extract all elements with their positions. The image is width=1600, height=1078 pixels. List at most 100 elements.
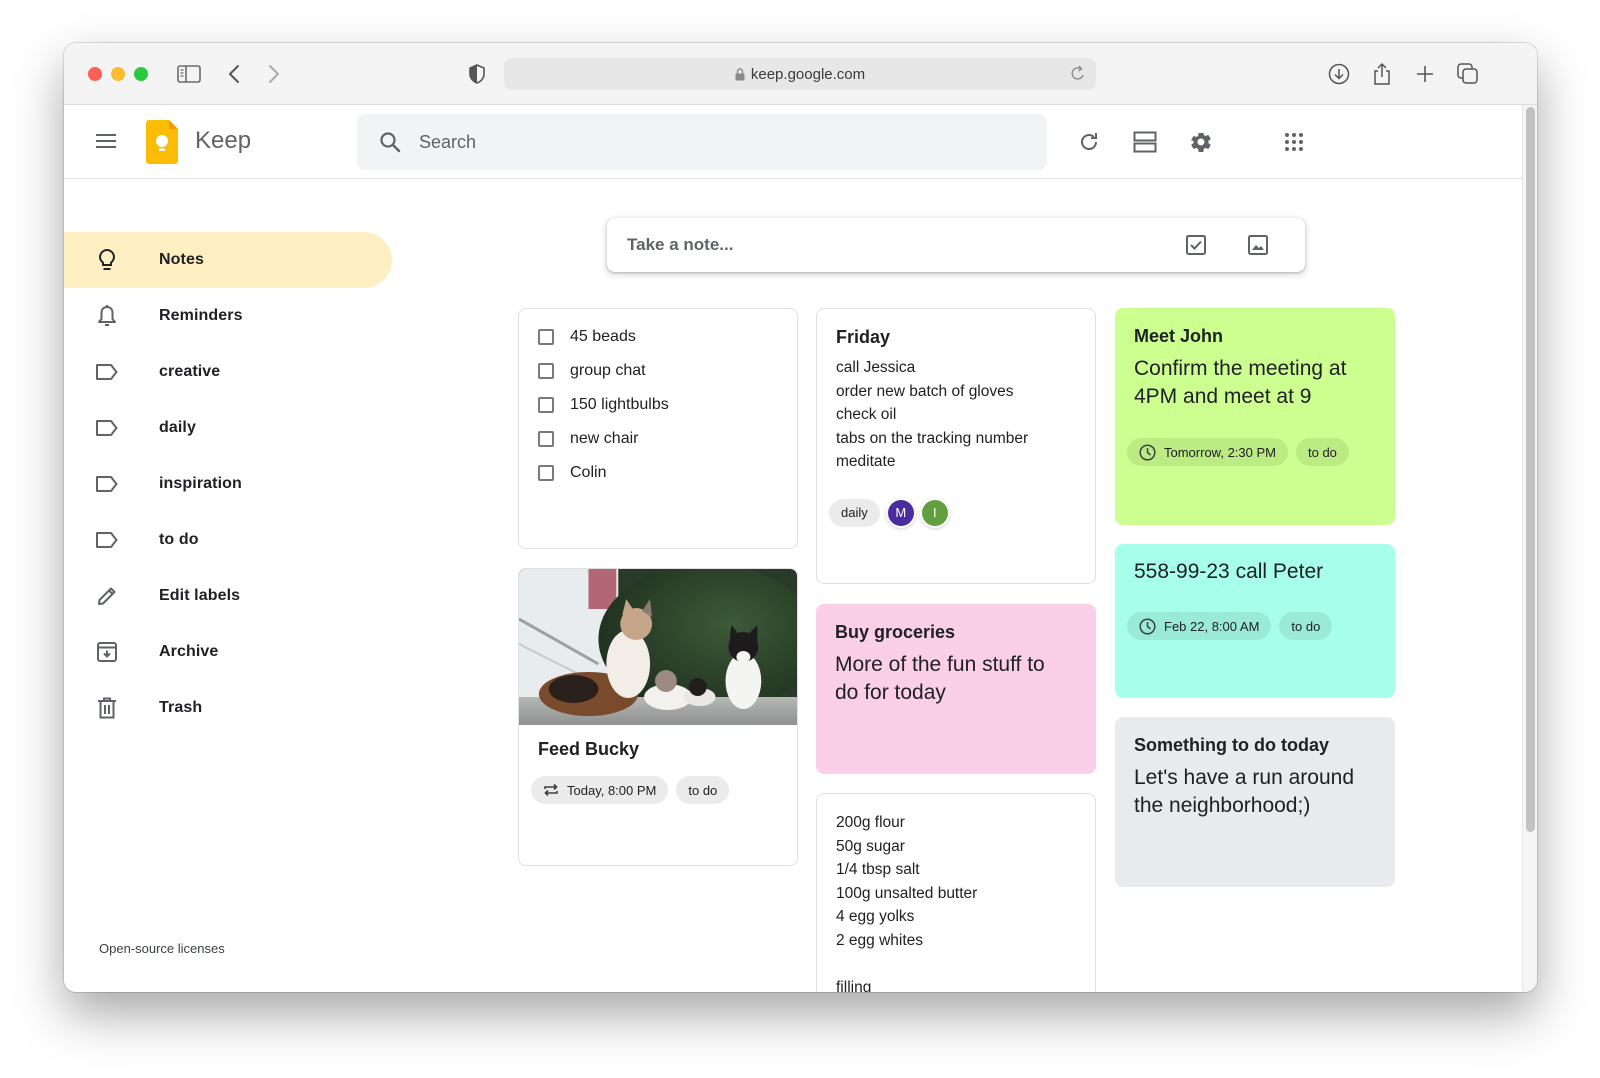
note-line: tabs on the tracking number (836, 429, 1029, 447)
reminder-chip[interactable]: Today, 8:00 PM (531, 776, 669, 804)
archive-icon (95, 640, 119, 664)
reload-icon (1071, 65, 1084, 80)
clock-icon (1139, 617, 1156, 635)
note-friday[interactable]: Friday call Jessica order new batch of g… (816, 308, 1096, 584)
note-title: Feed Bucky (538, 739, 640, 759)
new-note-with-image-button[interactable] (1243, 230, 1273, 260)
note-checklist[interactable]: 45 beads group chat 150 lightbulbs new c… (518, 308, 798, 549)
note-recipe[interactable]: 200g flour 50g sugar 1/4 tbsp salt 100g … (816, 793, 1096, 992)
forward-button[interactable] (264, 61, 284, 87)
privacy-report-button[interactable] (467, 61, 487, 87)
label-icon (95, 528, 119, 552)
reminder-text: Tomorrow, 2:30 PM (1164, 444, 1276, 460)
collaborator-avatar[interactable]: M (887, 499, 914, 526)
sidebar-item-daily[interactable]: daily (64, 400, 392, 456)
reminder-chip[interactable]: Tomorrow, 2:30 PM (1127, 438, 1288, 466)
refresh-icon (1081, 133, 1097, 150)
note-line: order new batch of gloves (836, 382, 1014, 400)
sidebar-item-label: Reminders (159, 307, 243, 324)
search-icon[interactable] (379, 131, 401, 153)
checkbox[interactable] (538, 363, 554, 379)
collaborator-avatar[interactable]: I (921, 499, 948, 526)
downloads-button[interactable] (1328, 61, 1350, 87)
apps-grid-icon (1285, 133, 1303, 151)
back-button[interactable] (224, 61, 244, 87)
settings-button[interactable] (1186, 127, 1216, 157)
close-window-button[interactable] (88, 67, 102, 81)
app-header: Keep (64, 105, 1522, 179)
note-meet-john[interactable]: Meet John Confirm the meeting at 4PM and… (1115, 308, 1395, 525)
sidebar-item-inspiration[interactable]: inspiration (64, 456, 392, 512)
zoom-window-button[interactable] (134, 67, 148, 81)
note-line: 4 egg yolks (836, 908, 915, 925)
note-line: filling (836, 978, 872, 993)
label-chip[interactable]: to do (676, 776, 730, 804)
note-title: Buy groceries (835, 622, 956, 642)
search-input[interactable] (419, 131, 919, 153)
note-call-peter[interactable]: 558-99-23 call Peter Feb 22, 8:00 AM to … (1115, 544, 1395, 698)
new-list-button[interactable] (1181, 230, 1211, 260)
note-line: 1/4 tbsp salt (836, 861, 920, 878)
checkbox[interactable] (538, 329, 554, 345)
list-view-button[interactable] (1130, 127, 1160, 157)
share-button[interactable] (1371, 61, 1393, 87)
page-reload-button[interactable] (1070, 65, 1086, 87)
label-chip[interactable]: to do (1296, 438, 1349, 466)
checkbox[interactable] (538, 397, 554, 413)
sidebar-item-to-do[interactable]: to do (64, 512, 392, 568)
scrollbar-thumb[interactable] (1526, 107, 1535, 832)
checkbox[interactable] (538, 465, 554, 481)
sidebar-item-archive[interactable]: Archive (64, 624, 392, 680)
sidebar-item-trash[interactable]: Trash (64, 680, 392, 736)
keep-logo-icon[interactable] (146, 120, 178, 164)
new-tab-button[interactable] (1414, 61, 1436, 87)
refresh-button[interactable] (1074, 127, 1104, 157)
note-feed-bucky[interactable]: Feed Bucky Today, 8:00 PM to do (518, 568, 798, 866)
note-body: Let's have a run around the neighborhood… (1134, 766, 1354, 817)
label-chip[interactable]: to do (1279, 612, 1333, 640)
image-icon (1248, 235, 1268, 255)
sidebar-item-label: Notes (159, 251, 204, 268)
note-line: 2 egg whites (836, 931, 924, 949)
url-text: keep.google.com (750, 65, 866, 83)
take-note-bar[interactable]: Take a note... (607, 218, 1305, 272)
reminder-chip[interactable]: Feb 22, 8:00 AM (1127, 612, 1272, 640)
note-buy-groceries[interactable]: Buy groceries More of the fun stuff to d… (816, 604, 1096, 774)
sidebar: Notes Reminders creative daily inspirati… (64, 180, 394, 992)
sidebar-item-label: inspiration (159, 475, 242, 492)
page-scrollbar[interactable] (1522, 105, 1537, 992)
sidebar-item-reminders[interactable]: Reminders (64, 288, 392, 344)
note-line: 50g sugar (836, 837, 905, 855)
bell-icon (95, 304, 119, 328)
note-image-cats (519, 569, 797, 725)
label-chip[interactable]: daily (829, 498, 880, 527)
checklist-item: group chat (519, 354, 797, 388)
note-line: check oil (836, 406, 897, 423)
note-title: 558-99-23 call Peter (1134, 560, 1324, 583)
list-view-icon (1133, 131, 1157, 153)
open-source-licenses-link[interactable]: Open-source licenses (99, 941, 225, 956)
sidebar-toggle-button[interactable] (176, 61, 202, 87)
trash-icon (95, 696, 119, 720)
share-icon (1374, 62, 1390, 85)
minimize-window-button[interactable] (111, 67, 125, 81)
sidebar-item-notes[interactable]: Notes (64, 232, 392, 288)
browser-toolbar: keep.google.com (64, 43, 1537, 105)
main-menu-button[interactable] (94, 130, 118, 154)
search-bar[interactable] (357, 114, 1047, 170)
sidebar-item-label: creative (159, 363, 221, 380)
sidebar-item-edit-labels[interactable]: Edit labels (64, 568, 392, 624)
address-bar[interactable]: keep.google.com (504, 58, 1096, 90)
menu-icon-bar (96, 134, 116, 136)
reminder-text: Feb 22, 8:00 AM (1164, 618, 1260, 634)
take-note-input[interactable]: Take a note... (627, 235, 1181, 255)
checklist-item: 150 lightbulbs (519, 388, 797, 422)
checkbox[interactable] (538, 431, 554, 447)
note-body: Confirm the meeting at 4PM and meet at 9 (1134, 357, 1347, 408)
google-apps-button[interactable] (1279, 127, 1309, 157)
note-something-to-do[interactable]: Something to do today Let's have a run a… (1115, 717, 1395, 887)
sidebar-item-creative[interactable]: creative (64, 344, 392, 400)
reminder-text: Today, 8:00 PM (567, 782, 657, 798)
tab-overview-button[interactable] (1456, 61, 1480, 87)
lock-icon (735, 67, 745, 81)
